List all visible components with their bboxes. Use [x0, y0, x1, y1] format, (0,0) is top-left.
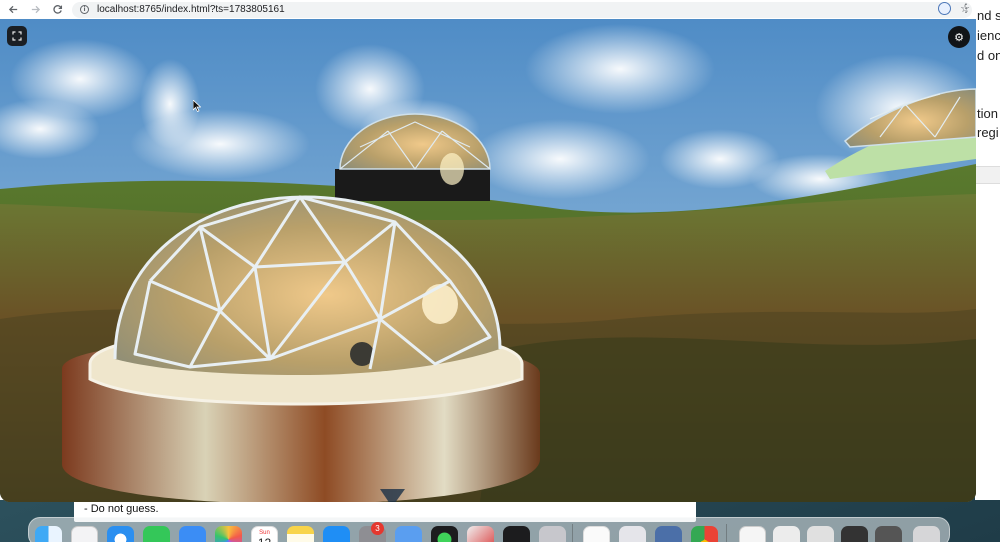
messages-icon[interactable] — [143, 526, 170, 542]
recent-screenshot-icon[interactable] — [875, 526, 902, 542]
address-bar[interactable]: i localhost:8765/index.html?ts=178380516… — [72, 1, 972, 18]
terminal-icon[interactable] — [503, 526, 530, 542]
arrow-left-icon — [8, 5, 17, 14]
reload-button[interactable] — [48, 1, 66, 19]
chrome-icon[interactable] — [691, 526, 718, 542]
browser-toolbar: i localhost:8765/index.html?ts=178380516… — [0, 0, 975, 19]
forward-button[interactable] — [26, 1, 44, 19]
calendar-day: 12 — [252, 536, 277, 542]
mouse-cursor-icon — [193, 100, 201, 112]
recent-screenshot-icon[interactable] — [841, 526, 868, 542]
dome-scene — [0, 19, 976, 502]
recent-document-icon[interactable] — [773, 526, 800, 542]
notes-icon[interactable] — [287, 526, 314, 542]
preview-icon[interactable] — [395, 526, 422, 542]
3d-viewport[interactable]: ⚙ — [0, 19, 976, 502]
dock-separator — [726, 524, 727, 542]
scripts-icon[interactable] — [619, 526, 646, 542]
recent-document-icon[interactable] — [739, 526, 766, 542]
background-document-line: tion — [977, 106, 998, 121]
address-bar-url: localhost:8765/index.html?ts=1783805161 — [97, 4, 285, 15]
disk-utility-icon[interactable] — [655, 526, 682, 542]
back-button[interactable] — [4, 1, 22, 19]
background-document-bar — [975, 166, 1000, 184]
recent-document-icon[interactable] — [807, 526, 834, 542]
photos-icon[interactable] — [215, 526, 242, 542]
safari-icon[interactable] — [107, 526, 134, 542]
site-info-icon[interactable]: i — [80, 5, 89, 14]
launchpad-icon[interactable] — [71, 526, 98, 542]
more-menu-icon[interactable]: ⋮ — [960, 1, 972, 15]
system-settings-badge: 3 — [371, 522, 384, 535]
app-icon[interactable] — [467, 526, 494, 542]
trash-icon[interactable] — [913, 526, 940, 542]
background-document-line: regi — [977, 125, 999, 140]
gear-icon: ⚙ — [954, 30, 964, 44]
mail-icon[interactable] — [179, 526, 206, 542]
textedit-icon[interactable] — [583, 526, 610, 542]
profile-icon[interactable] — [938, 2, 951, 15]
reload-icon — [52, 5, 62, 14]
background-document: nd sc ience d on t tion regi — [975, 0, 1000, 500]
fullscreen-button[interactable] — [7, 26, 27, 46]
activity-monitor-icon[interactable] — [431, 526, 458, 542]
background-document-line: d on t — [977, 48, 1000, 63]
background-document-line: ience — [977, 28, 1000, 43]
background-panel-text: - Do not guess. — [84, 503, 159, 515]
settings-button[interactable]: ⚙ — [948, 26, 970, 48]
phone-icon[interactable] — [539, 526, 566, 542]
macos-dock: Sun 12 3 — [28, 517, 950, 542]
fullscreen-icon — [12, 31, 22, 41]
dock-separator — [572, 524, 573, 542]
calendar-icon[interactable]: Sun 12 — [251, 526, 278, 542]
background-document-line: nd sc — [977, 8, 1000, 23]
arrow-right-icon — [31, 5, 40, 14]
app-store-icon[interactable] — [323, 526, 350, 542]
finder-icon[interactable] — [35, 526, 62, 542]
